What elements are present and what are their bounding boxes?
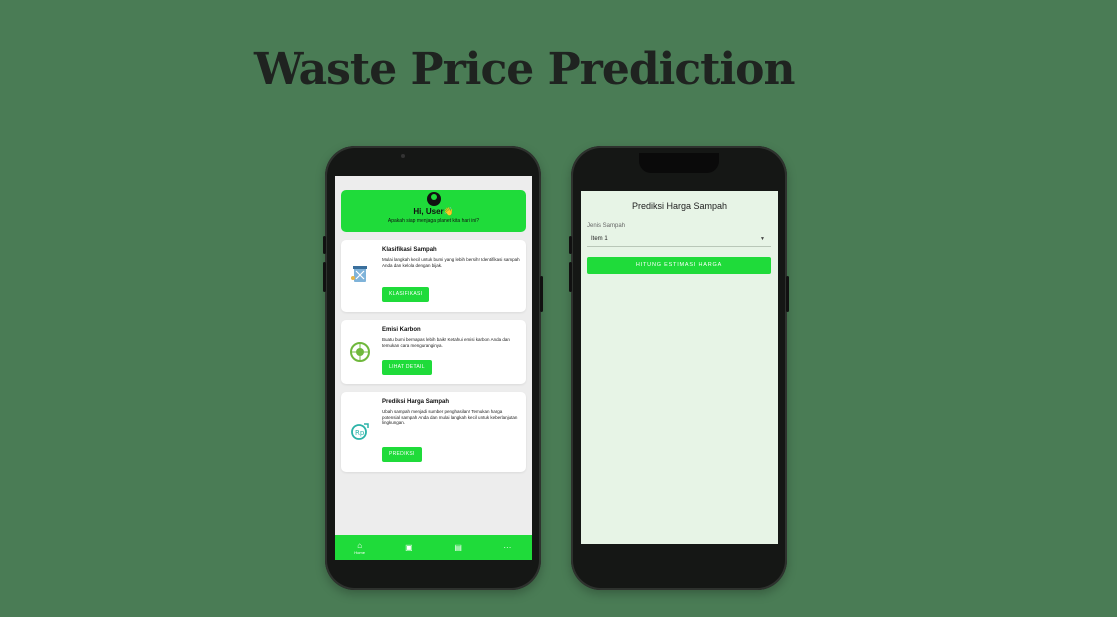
- card-title: Prediksi Harga Sampah: [382, 399, 450, 405]
- card-description: Ubah sampah menjadi sumber penghasilan! …: [382, 409, 518, 425]
- dropdown-arrow-icon: ▼: [760, 236, 765, 242]
- card-emisi-karbon: Emisi Karbon Buatu bumi bernapas lebih b…: [341, 320, 526, 384]
- klasifikasi-button[interactable]: KLASIFIKASI: [382, 287, 430, 302]
- nav-more[interactable]: ···: [487, 543, 527, 552]
- phone-prediction: Prediksi Harga Sampah Jenis Sampah Item …: [569, 146, 789, 590]
- svg-text:Rp: Rp: [355, 429, 365, 437]
- greeting-subtitle: Apakah siap menjaga planet kita hari ini…: [387, 218, 480, 224]
- co2-icon: [350, 342, 370, 362]
- bottom-nav: ⌂ Home ▣ ▤ ···: [335, 535, 532, 560]
- nav-home[interactable]: ⌂ Home: [340, 541, 380, 555]
- phone-volume-up: [323, 236, 326, 254]
- card-klasifikasi: Klasifikasi Sampah Mulai langkah kecil u…: [341, 240, 526, 312]
- list-icon: ▤: [454, 543, 462, 552]
- card-prediksi-harga: Rp Prediksi Harga Sampah Ubah sampah men…: [341, 392, 526, 472]
- card-title: Emisi Karbon: [382, 327, 421, 333]
- home-icon: ⌂: [357, 540, 363, 550]
- prediction-screen: Prediksi Harga Sampah Jenis Sampah Item …: [581, 191, 778, 544]
- phone-notch: [639, 153, 719, 173]
- user-avatar-icon[interactable]: [426, 192, 441, 206]
- phone-power-button: [540, 276, 543, 312]
- waste-type-select[interactable]: Item 1 ▼: [587, 233, 771, 247]
- card-description: Mulai langkah kecil untuk bumi yang lebi…: [382, 257, 520, 268]
- home-screen: Hi, User👋 Apakah siap menjaga planet kit…: [335, 176, 532, 560]
- calculate-estimate-button[interactable]: HITUNG ESTIMASI HARGA: [587, 257, 771, 274]
- waste-type-label: Jenis Sampah: [587, 223, 626, 229]
- more-icon: ···: [503, 543, 512, 552]
- map-icon: ▣: [405, 543, 413, 552]
- page-headline: Waste Price Prediction: [254, 44, 796, 95]
- card-title: Klasifikasi Sampah: [382, 247, 437, 253]
- nav-list[interactable]: ▤: [438, 543, 478, 552]
- phone-volume-down: [323, 262, 326, 292]
- phone-volume-down: [569, 262, 572, 292]
- screen-title: Prediksi Harga Sampah: [631, 201, 728, 211]
- nav-label: Home: [354, 549, 365, 555]
- selected-value: Item 1: [591, 236, 608, 242]
- nav-map[interactable]: ▣: [389, 543, 429, 552]
- trash-bin-icon: [351, 266, 367, 282]
- greeting-banner: Hi, User👋 Apakah siap menjaga planet kit…: [341, 190, 526, 232]
- phone-volume-up: [569, 236, 572, 254]
- recycle-money-icon: Rp: [351, 423, 369, 440]
- prediksi-button[interactable]: PREDIKSI: [382, 447, 422, 462]
- phone-power-button: [786, 276, 789, 312]
- lihat-detail-button[interactable]: LIHAT DETAIL: [382, 360, 432, 375]
- greeting-text: Hi, User👋: [413, 207, 454, 216]
- front-camera: [401, 154, 405, 158]
- phone-home: Hi, User👋 Apakah siap menjaga planet kit…: [323, 146, 543, 590]
- card-description: Buatu bumi bernapas lebih baik! Ketahui …: [382, 337, 510, 348]
